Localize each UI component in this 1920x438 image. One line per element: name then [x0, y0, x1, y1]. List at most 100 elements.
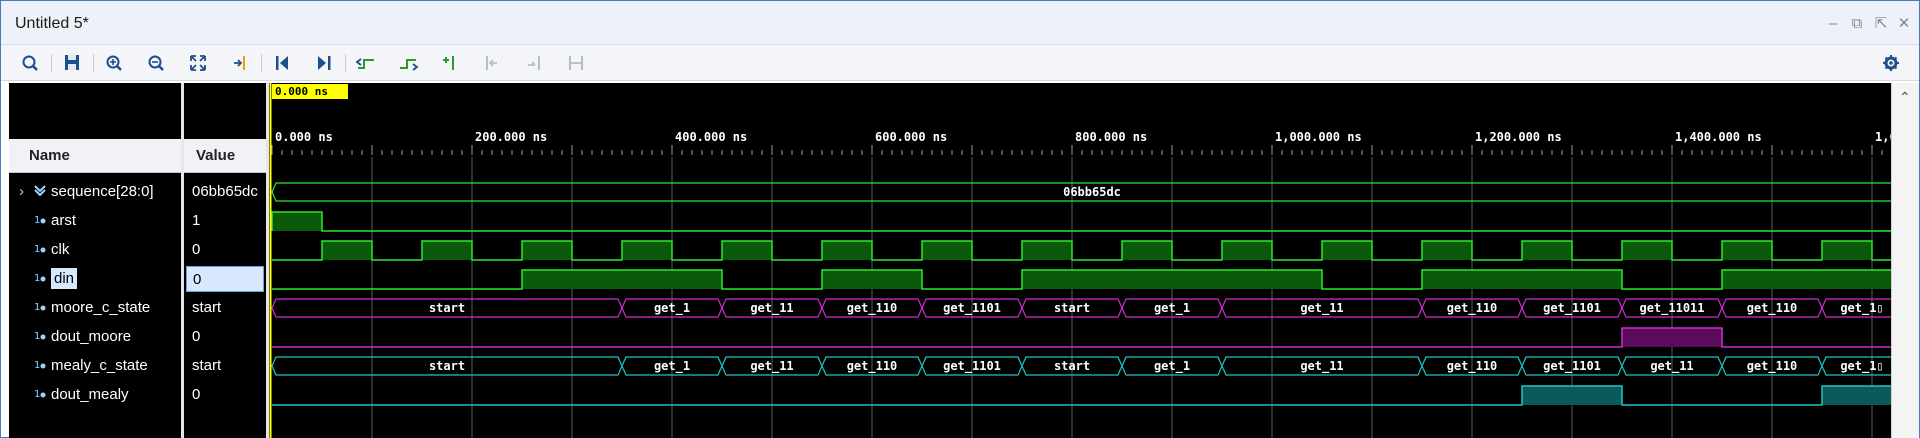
go-to-last-time-icon[interactable] — [311, 51, 337, 75]
bus-value-label: get_11 — [1300, 359, 1343, 374]
cursor-time-label: 0.000 ns — [275, 85, 328, 98]
minimize-icon[interactable]: – — [1823, 15, 1843, 33]
restore-icon[interactable]: ⧉ — [1847, 15, 1867, 33]
signal-high-fill — [1022, 270, 1322, 289]
bus-value-label: get_110 — [847, 301, 898, 316]
signal-high-fill — [622, 241, 672, 260]
signal-value: 0 — [186, 266, 264, 292]
signal-high-fill — [1622, 241, 1672, 260]
vertical-scrollbar[interactable]: ⌃ — [1891, 83, 1919, 438]
signal-high-fill — [522, 241, 572, 260]
bit-waveform — [272, 385, 1891, 406]
signal-name-row[interactable]: 1 mealy_c_state — [19, 352, 148, 380]
bus-value-label: get_1101 — [943, 359, 1001, 374]
signal-name-row[interactable]: 1 moore_c_state — [19, 294, 150, 322]
signal-name-row[interactable]: 1 dout_moore — [19, 323, 131, 351]
bus-value-label: get_11 — [750, 359, 793, 374]
previous-marker-icon[interactable] — [479, 51, 505, 75]
bus-value-label: get_1 — [1154, 359, 1190, 374]
signal-value-pane: Value 06bb65dc 1 0 0 start 0 start 0 — [181, 83, 266, 438]
bus-value-label: start — [1054, 359, 1090, 373]
signal-name: arst — [51, 212, 77, 229]
bit-signal-icon: 1 — [33, 324, 47, 342]
bus-value-label: get_110 — [847, 359, 898, 374]
signal-high-fill — [922, 241, 972, 260]
signal-value: 0 — [192, 241, 201, 258]
signal-name: moore_c_state — [51, 299, 151, 316]
svg-text:1: 1 — [34, 273, 40, 284]
zoom-out-icon[interactable] — [143, 51, 169, 75]
bus-value-label: get_110 — [1447, 359, 1498, 374]
svg-text:1: 1 — [34, 302, 40, 313]
next-transition-icon[interactable] — [395, 51, 421, 75]
next-marker-icon[interactable] — [521, 51, 547, 75]
signal-high-fill — [1422, 241, 1472, 260]
svg-text:1: 1 — [34, 215, 40, 226]
timeline-tick-label: 200.000 ns — [475, 130, 547, 144]
timeline-tick-label: 400.000 ns — [675, 130, 747, 144]
waveform-canvas[interactable]: 0.000 ns 0.000 ns 200.000 ns 400.000 ns 600.… — [269, 83, 1891, 438]
bus-value-label: get_110 — [1747, 301, 1798, 316]
bus-value-label: get_1 — [654, 301, 690, 316]
bit-signal-icon: 1 — [33, 382, 47, 400]
timeline-tick-label: 1,200.000 ns — [1475, 130, 1562, 144]
bus-value-label: get_1 — [654, 359, 690, 374]
signal-name-row[interactable]: 1 din — [19, 265, 78, 293]
save-icon[interactable] — [59, 51, 85, 75]
previous-transition-icon[interactable] — [353, 51, 379, 75]
go-to-cursor-icon[interactable] — [227, 51, 253, 75]
bus-value-label: get_1101 — [1543, 359, 1601, 374]
close-icon[interactable]: ✕ — [1894, 15, 1914, 33]
search-icon[interactable] — [17, 51, 43, 75]
bus-value-label: get_1101 — [1543, 301, 1601, 316]
signal-high-fill — [822, 241, 872, 260]
bus-value-label: get_11 — [750, 301, 793, 316]
signal-value: start — [192, 299, 222, 316]
zoom-fit-icon[interactable] — [185, 51, 211, 75]
signal-high-fill — [272, 212, 322, 231]
signal-high-fill — [1722, 241, 1772, 260]
signal-high-fill — [422, 241, 472, 260]
window-title: Untitled 5* — [15, 15, 89, 32]
timeline-tick-label: 1,6 — [1875, 130, 1891, 144]
signal-value: 0 — [192, 386, 201, 403]
settings-icon[interactable] — [1878, 51, 1904, 75]
signal-high-fill — [1822, 386, 1891, 405]
signal-high-fill — [1522, 386, 1622, 405]
go-to-time-0-icon[interactable] — [269, 51, 295, 75]
signal-value: 1 — [192, 212, 201, 229]
name-column-header[interactable]: Name — [9, 139, 181, 173]
signal-name: clk — [51, 241, 70, 258]
bit-signal-icon: 1 — [33, 208, 47, 226]
waveform-toolbar — [1, 45, 1919, 81]
maximize-icon[interactable]: ⇱ — [1871, 15, 1891, 33]
bus-value-label: 06bb65dc — [1063, 185, 1121, 199]
bus-value-label: get_11011 — [1639, 301, 1704, 316]
value-column-header[interactable]: Value — [184, 139, 266, 173]
signal-high-fill — [1322, 241, 1372, 260]
svg-text:1: 1 — [34, 331, 40, 342]
bit-signal-icon: 1 — [33, 266, 47, 284]
timeline-tick-label: 800.000 ns — [1075, 130, 1147, 144]
zoom-in-icon[interactable] — [101, 51, 127, 75]
bus-value-label: get_1 — [1154, 301, 1190, 316]
timeline-tick-label: 1,400.000 ns — [1675, 130, 1762, 144]
signal-high-fill — [322, 241, 372, 260]
signal-high-fill — [1422, 270, 1622, 289]
signal-high-fill — [1022, 241, 1072, 260]
signal-name-row[interactable]: 1 clk — [19, 236, 69, 264]
signal-name-row[interactable]: 1 dout_mealy — [19, 381, 129, 409]
bus-value-label: get_110 — [1447, 301, 1498, 316]
signal-name-row[interactable]: 1 arst — [19, 207, 76, 235]
timeline-tick-label: 0.000 ns — [275, 130, 333, 144]
chevron-right-icon[interactable]: › — [19, 178, 33, 206]
add-marker-icon[interactable] — [437, 51, 463, 75]
scroll-up-icon[interactable]: ⌃ — [1899, 89, 1911, 106]
swap-cursors-icon[interactable] — [563, 51, 589, 75]
bus-value-label: get_110 — [1747, 359, 1798, 374]
bus-value-label: get_11 — [1650, 359, 1693, 374]
signal-name-row[interactable]: › sequence[28:0] — [19, 178, 154, 206]
bus-value-label: start — [1054, 301, 1090, 315]
bit-signal-icon: 1 — [33, 295, 47, 313]
signal-high-fill — [1622, 328, 1722, 347]
